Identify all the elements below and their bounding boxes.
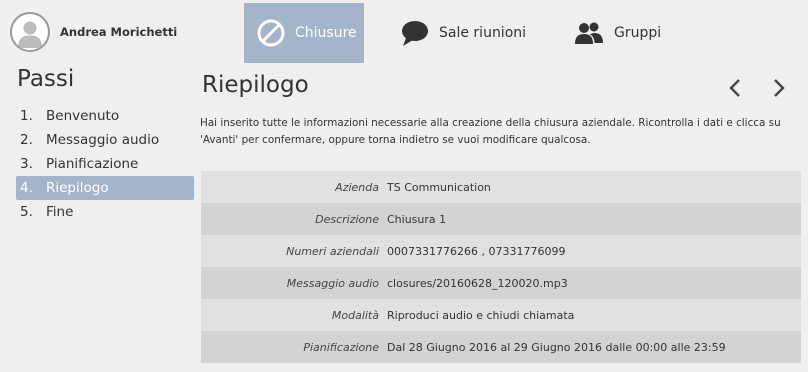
summary-row: Numeri aziendali 0007331776266 , 0733177… — [201, 235, 801, 267]
step-fine[interactable]: 5. Fine — [16, 200, 194, 224]
step-label: Benvenuto — [46, 108, 120, 124]
nav-label-sale-riunioni: Sale riunioni — [439, 25, 527, 41]
main-nav: Chiusure Sale riunioni Gruppi — [244, 3, 661, 63]
step-number: 3. — [20, 156, 33, 172]
step-riepilogo[interactable]: 4. Riepilogo — [16, 176, 194, 200]
step-label: Riepilogo — [46, 180, 109, 196]
summary-value: Dal 28 Giugno 2016 al 29 Giugno 2016 dal… — [387, 340, 726, 354]
summary-value: Chiusura 1 — [387, 212, 447, 226]
summary-key: Pianificazione — [303, 340, 379, 354]
summary-row: Descrizione Chiusura 1 — [201, 203, 801, 235]
summary-value: Riproduci audio e chiudi chiamata — [387, 308, 575, 322]
summary-key: Numeri aziendali — [286, 244, 379, 258]
chevron-right-icon[interactable] — [768, 78, 788, 98]
page-title: Riepilogo — [202, 72, 309, 98]
step-pianificazione[interactable]: 3. Pianificazione — [16, 152, 194, 176]
nav-item-chiusure[interactable]: Chiusure — [244, 3, 364, 63]
chevron-left-icon[interactable] — [726, 78, 746, 98]
summary-row: Pianificazione Dal 28 Giugno 2016 al 29 … — [201, 331, 801, 363]
summary-key: Messaggio audio — [286, 276, 379, 290]
summary-row: Messaggio audio closures/20160628_120020… — [201, 267, 801, 299]
intro-text: Hai inserito tutte le informazioni neces… — [200, 117, 781, 146]
step-number: 4. — [20, 180, 33, 196]
ban-icon — [257, 19, 285, 47]
summary-row: Azienda TS Communication — [201, 171, 801, 203]
step-number: 2. — [20, 132, 33, 148]
speech-bubble-icon — [402, 21, 428, 46]
avatar — [10, 12, 50, 52]
step-label: Pianificazione — [46, 156, 139, 172]
users-icon — [575, 22, 604, 44]
nav-label-chiusure: Chiusure — [295, 25, 357, 41]
user-profile[interactable]: Andrea Morichetti — [10, 12, 177, 52]
summary-value: TS Communication — [387, 180, 491, 194]
summary-key: Descrizione — [315, 212, 379, 226]
user-name: Andrea Morichetti — [60, 25, 178, 39]
nav-label-gruppi: Gruppi — [614, 25, 662, 41]
nav-item-gruppi[interactable]: Gruppi — [574, 3, 661, 63]
summary-key: Modalità — [331, 308, 379, 322]
step-number: 1. — [20, 108, 33, 124]
step-number: 5. — [20, 204, 33, 220]
summary-key: Azienda — [335, 180, 379, 194]
summary-value: 0007331776266 , 07331776099 — [387, 244, 566, 258]
step-label: Messaggio audio — [46, 132, 160, 148]
step-messaggio-audio[interactable]: 2. Messaggio audio — [16, 128, 194, 152]
user-silhouette-icon — [18, 21, 42, 48]
summary-row: Modalità Riproduci audio e chiudi chiama… — [201, 299, 801, 331]
step-benvenuto[interactable]: 1. Benvenuto — [16, 104, 194, 128]
step-label: Fine — [46, 204, 74, 220]
summary-value: closures/20160628_120020.mp3 — [387, 276, 568, 290]
summary-table: Azienda TS Communication Descrizione Chi… — [201, 171, 801, 363]
steps-list: 1. Benvenuto 2. Messaggio audio 3. Piani… — [16, 104, 194, 224]
steps-title: Passi — [17, 66, 75, 92]
nav-item-sale-riunioni[interactable]: Sale riunioni — [400, 3, 526, 63]
